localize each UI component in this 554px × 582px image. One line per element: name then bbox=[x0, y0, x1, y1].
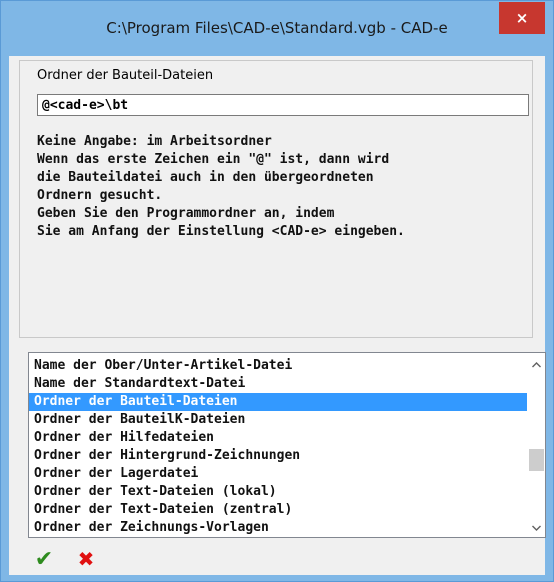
list-item[interactable]: Name der Standardtext-Datei bbox=[29, 375, 527, 393]
setting-value-input[interactable] bbox=[37, 94, 529, 116]
window-title: C:\Program Files\CAD-e\Standard.vgb - CA… bbox=[106, 19, 448, 37]
scrollbar-thumb[interactable] bbox=[529, 449, 544, 471]
vertical-scrollbar[interactable] bbox=[528, 353, 545, 537]
cross-icon: ✖ bbox=[77, 547, 95, 571]
list-item[interactable]: Ordner der Lagerdatei bbox=[29, 465, 527, 483]
list-item-selected[interactable]: Ordner der Bauteil-Dateien bbox=[29, 393, 527, 411]
chevron-up-icon[interactable] bbox=[528, 356, 545, 373]
settings-list-items: Name der Ober/Unter-Artikel-Datei Name d… bbox=[29, 357, 527, 537]
close-icon: × bbox=[515, 9, 529, 27]
list-item[interactable]: Ordner der Text-Dateien (zentral) bbox=[29, 501, 527, 519]
help-line: Keine Angabe: im Arbeitsordner bbox=[37, 134, 272, 149]
title-bar[interactable]: C:\Program Files\CAD-e\Standard.vgb - CA… bbox=[1, 1, 553, 56]
chevron-down-icon[interactable] bbox=[528, 519, 545, 536]
help-line: Sie am Anfang der Einstellung <CAD-e> ei… bbox=[37, 224, 405, 239]
list-item[interactable]: Name der Ober/Unter-Artikel-Datei bbox=[29, 357, 527, 375]
checkmark-icon: ✔ bbox=[34, 546, 54, 572]
list-item[interactable]: Ordner der Hintergrund-Zeichnungen bbox=[29, 447, 527, 465]
cancel-button[interactable]: ✖ bbox=[76, 547, 96, 571]
help-line: Ordnern gesucht. bbox=[37, 188, 163, 203]
close-button[interactable]: × bbox=[499, 2, 545, 34]
list-item[interactable]: Ordner der Hilfedateien bbox=[29, 429, 527, 447]
help-line: Wenn das erste Zeichen ein "@" ist, dann… bbox=[37, 152, 390, 167]
settings-list[interactable]: Name der Ober/Unter-Artikel-Datei Name d… bbox=[28, 352, 546, 538]
help-line: Geben Sie den Programmordner an, indem bbox=[37, 206, 335, 221]
list-item[interactable]: Ordner der Zeichnungs-Vorlagen bbox=[29, 519, 527, 537]
list-item[interactable]: Ordner der Text-Dateien (lokal) bbox=[29, 483, 527, 501]
help-text: Keine Angabe: im Arbeitsordner Wenn das … bbox=[37, 133, 405, 241]
list-item[interactable]: Ordner der BauteilK-Dateien bbox=[29, 411, 527, 429]
ok-button[interactable]: ✔ bbox=[34, 546, 54, 572]
help-line: die Bauteildatei auch in den übergeordne… bbox=[37, 170, 374, 185]
setting-label: Ordner der Bauteil-Dateien bbox=[37, 68, 214, 83]
